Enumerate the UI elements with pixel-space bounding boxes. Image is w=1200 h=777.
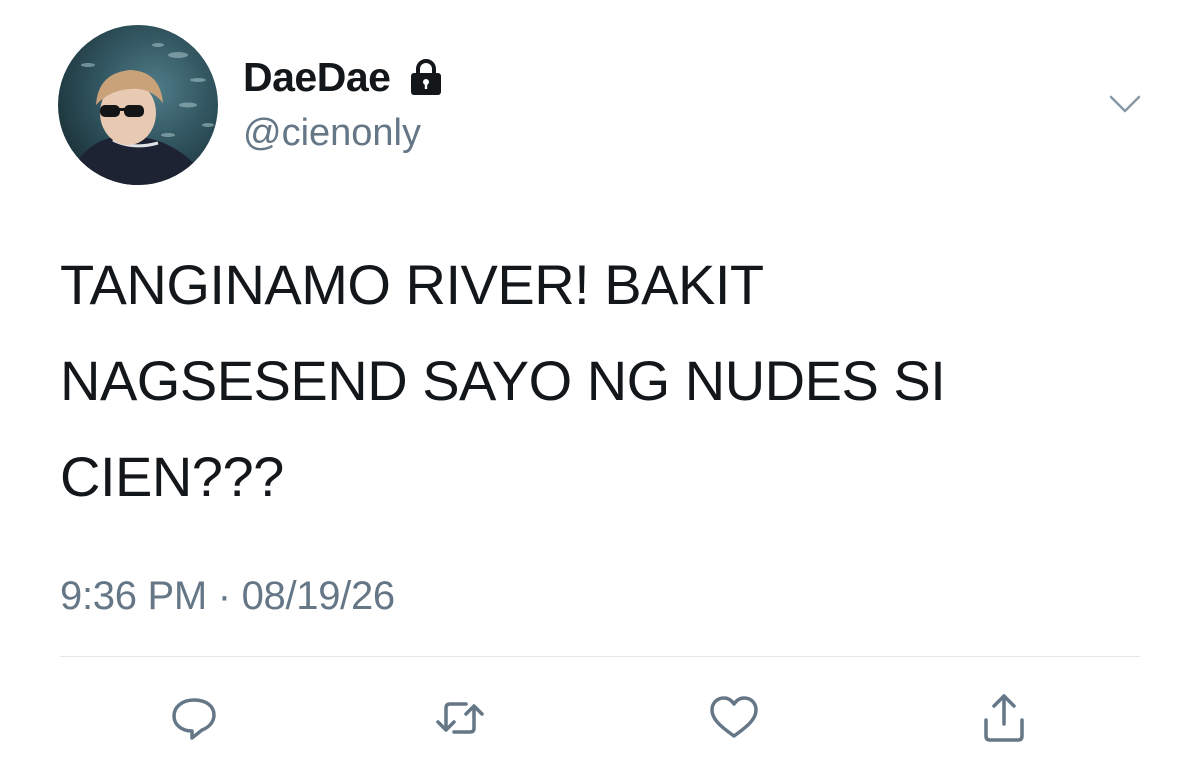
- share-icon: [984, 694, 1024, 742]
- tweet-text-line: NAGSESEND SAYO NG NUDES SI: [60, 349, 946, 412]
- tweet-text-line: CIEN???: [60, 445, 284, 508]
- retweet-icon: [436, 702, 484, 734]
- tweet-text-line: TANGINAMO RIVER! BAKIT: [60, 253, 764, 316]
- author-name-row[interactable]: DaeDae: [243, 52, 446, 102]
- avatar[interactable]: [58, 25, 218, 185]
- tweet-date: 08/19/26: [241, 574, 396, 618]
- chevron-down-icon[interactable]: [1107, 92, 1143, 116]
- tweet-text: TANGINAMO RIVER! BAKIT NAGSESEND SAYO NG…: [60, 237, 1140, 525]
- tweet-time: 9:36 PM: [60, 574, 207, 618]
- timestamp-separator: ·: [217, 574, 231, 618]
- share-button[interactable]: [976, 690, 1032, 746]
- user-handle[interactable]: @cienonly: [243, 112, 421, 155]
- heart-icon: [710, 696, 758, 738]
- retweet-button[interactable]: [432, 690, 488, 746]
- timestamp[interactable]: 9:36 PM · 08/19/26: [60, 574, 395, 619]
- lock-icon: [411, 59, 442, 95]
- display-name[interactable]: DaeDae: [243, 54, 391, 101]
- divider: [60, 656, 1140, 657]
- avatar-photo: [58, 25, 218, 185]
- like-button[interactable]: [706, 690, 762, 746]
- reply-button[interactable]: [166, 690, 222, 746]
- reply-icon: [172, 698, 216, 740]
